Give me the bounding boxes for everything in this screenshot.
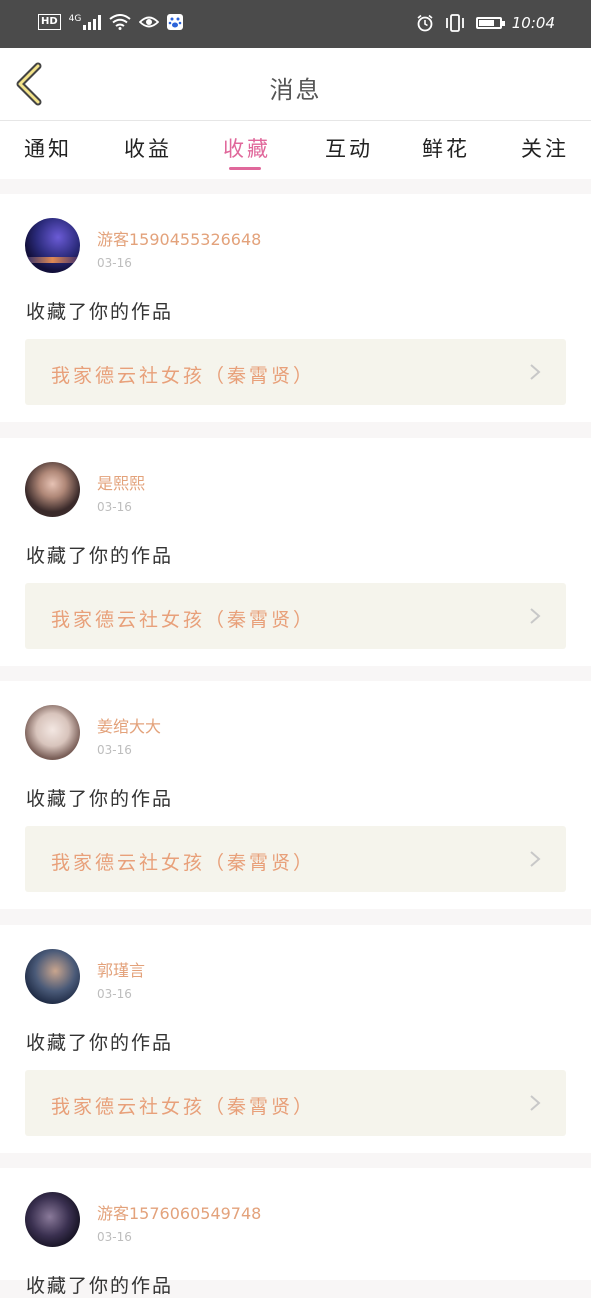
message-date: 03-16 [97,500,132,514]
message-date: 03-16 [97,1230,132,1244]
header: 消息 [0,48,591,121]
username[interactable]: 姜绾大大 [97,713,161,737]
message-date: 03-16 [97,256,132,270]
chevron-right-icon [530,364,541,380]
page-title: 消息 [269,76,322,104]
work-link[interactable]: 我家德云社女孩（秦霄贤） [25,339,566,405]
active-tab-indicator [229,167,261,170]
battery-icon [475,17,505,29]
work-title: 我家德云社女孩（秦霄贤） [51,609,316,631]
message-card: 游客1590455326648 03-16 收藏了你的作品 我家德云社女孩（秦霄… [0,194,591,422]
tab-earnings[interactable]: 收益 [124,133,172,163]
network-type: 4G [68,14,82,24]
message-card: 是熙熙 03-16 收藏了你的作品 我家德云社女孩（秦霄贤） [0,438,591,666]
message-text: 收藏了你的作品 [26,301,174,323]
tab-bar: 通知 收益 收藏 互动 鲜花 关注 [0,121,591,179]
message-date: 03-16 [97,743,132,757]
signal-icon [83,14,102,30]
message-date: 03-16 [97,987,132,1001]
message-text: 收藏了你的作品 [26,545,174,567]
wifi-icon [109,14,131,30]
chevron-right-icon [530,1095,541,1111]
baidu-icon [167,14,184,30]
message-text: 收藏了你的作品 [26,788,174,810]
message-card: 姜绾大大 03-16 收藏了你的作品 我家德云社女孩（秦霄贤） [0,681,591,909]
tab-follows[interactable]: 关注 [521,133,569,163]
tab-flowers[interactable]: 鲜花 [422,133,470,163]
tab-notifications[interactable]: 通知 [24,133,72,163]
tab-interactions[interactable]: 互动 [325,133,373,163]
message-text: 收藏了你的作品 [26,1032,174,1054]
avatar[interactable] [25,949,80,1004]
status-right: 10:04 [416,14,555,32]
work-title: 我家德云社女孩（秦霄贤） [51,365,316,387]
work-link[interactable]: 我家德云社女孩（秦霄贤） [25,826,566,892]
status-left: HD 4G [38,14,184,30]
work-link[interactable]: 我家德云社女孩（秦霄贤） [25,1070,566,1136]
chevron-right-icon [530,851,541,867]
avatar[interactable] [25,218,80,273]
username[interactable]: 是熙熙 [97,470,145,494]
status-bar: HD 4G 10:04 [0,0,591,48]
avatar[interactable] [25,1192,80,1247]
work-title: 我家德云社女孩（秦霄贤） [51,852,316,874]
alarm-icon [417,14,433,32]
tab-favorites[interactable]: 收藏 [223,133,271,163]
username[interactable]: 郭瑾言 [97,957,145,981]
chevron-right-icon [530,608,541,624]
message-card: 郭瑾言 03-16 收藏了你的作品 我家德云社女孩（秦霄贤） [0,925,591,1153]
avatar[interactable] [25,462,80,517]
username[interactable]: 游客1590455326648 [97,226,261,250]
username[interactable]: 游客1576060549748 [97,1200,261,1224]
work-link[interactable]: 我家德云社女孩（秦霄贤） [25,583,566,649]
message-text: 收藏了你的作品 [26,1275,174,1297]
clock: 10:04 [511,14,555,32]
message-card: 游客1576060549748 03-16 收藏了你的作品 [0,1168,591,1297]
hd-icon: HD [38,14,61,30]
vibrate-icon [445,14,464,32]
work-title: 我家德云社女孩（秦霄贤） [51,1096,316,1118]
eye-icon [139,16,160,28]
avatar[interactable] [25,705,80,760]
